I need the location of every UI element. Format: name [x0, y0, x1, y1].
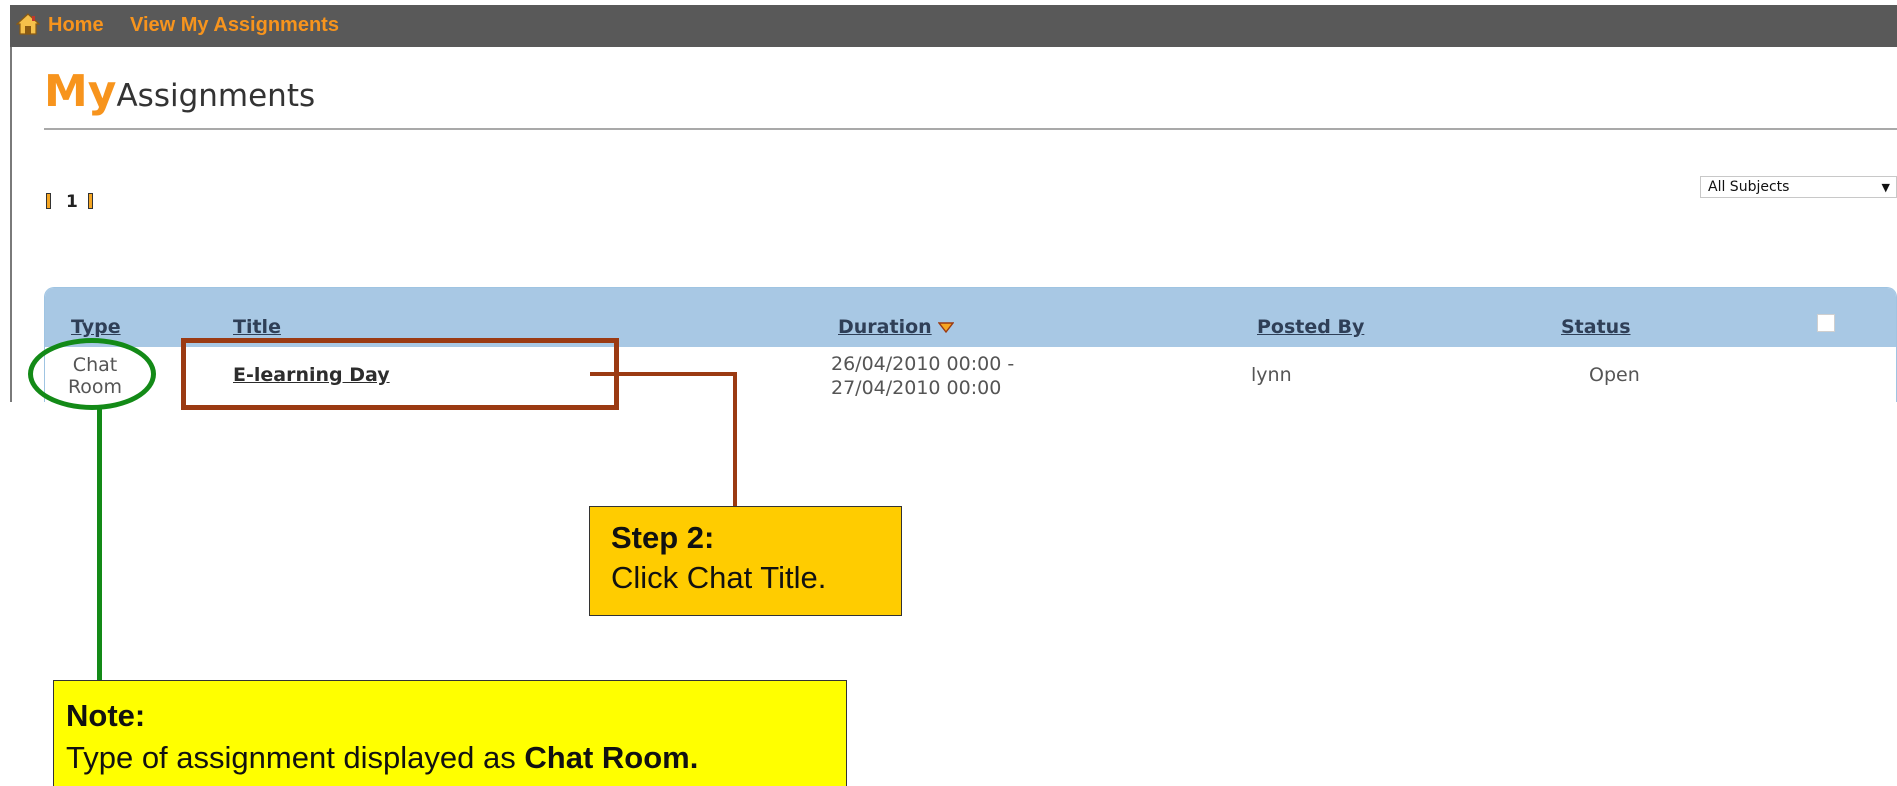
cell-duration-start: 26/04/2010 00:00 - — [831, 353, 1015, 375]
column-header-type[interactable]: Type — [71, 316, 121, 338]
cell-posted-by: lynn — [1251, 364, 1292, 386]
pager-next-icon[interactable] — [88, 193, 93, 209]
column-header-title[interactable]: Title — [233, 316, 281, 338]
cell-duration-end: 27/04/2010 00:00 — [831, 377, 1002, 399]
pager-current-page[interactable]: 1 — [66, 192, 78, 212]
home-link[interactable]: Home — [48, 14, 104, 37]
top-nav-bar: Home View My Assignments — [10, 5, 1897, 47]
sort-desc-icon — [937, 316, 955, 338]
title-divider — [44, 128, 1897, 130]
home-icon[interactable] — [15, 13, 41, 35]
chevron-down-icon: ▼ — [1881, 181, 1890, 194]
cell-duration: 26/04/2010 00:00 - 27/04/2010 00:00 — [831, 352, 1014, 400]
cell-status: Open — [1589, 364, 1640, 386]
annotation-note-connector — [97, 405, 102, 680]
step2-callout: Step 2: Click Chat Title. — [589, 506, 902, 616]
left-frame-border — [10, 47, 12, 402]
annotation-type-highlight-circle — [28, 338, 156, 410]
note-heading: Note: — [66, 698, 146, 733]
note-text-bold: Chat Room. — [524, 740, 699, 775]
select-all-checkbox[interactable] — [1817, 314, 1835, 332]
page-title-rest: Assignments — [116, 78, 316, 114]
page-title: MyAssignments — [44, 70, 315, 114]
subject-filter-value: All Subjects — [1708, 179, 1790, 195]
annotation-title-highlight-rect — [181, 338, 619, 410]
column-header-posted-by[interactable]: Posted By — [1257, 316, 1364, 338]
column-header-duration-label: Duration — [838, 316, 932, 338]
note-text: Type of assignment displayed as Chat Roo… — [66, 740, 698, 776]
annotation-step2-connector-horizontal — [590, 372, 737, 376]
step2-heading: Step 2: — [611, 520, 715, 555]
annotation-step2-connector-vertical — [733, 372, 737, 506]
pager-prev-icon[interactable] — [46, 193, 51, 209]
subject-filter-select[interactable]: All Subjects ▼ — [1700, 176, 1897, 198]
note-text-regular: Type of assignment displayed as — [66, 740, 525, 775]
column-header-status[interactable]: Status — [1561, 316, 1631, 338]
note-callout: Note: Type of assignment displayed as Ch… — [53, 680, 847, 786]
column-header-duration[interactable]: Duration — [838, 316, 955, 338]
step2-text: Click Chat Title. — [611, 560, 827, 595]
view-my-assignments-link[interactable]: View My Assignments — [130, 14, 339, 37]
page-title-prefix: My — [44, 66, 117, 117]
